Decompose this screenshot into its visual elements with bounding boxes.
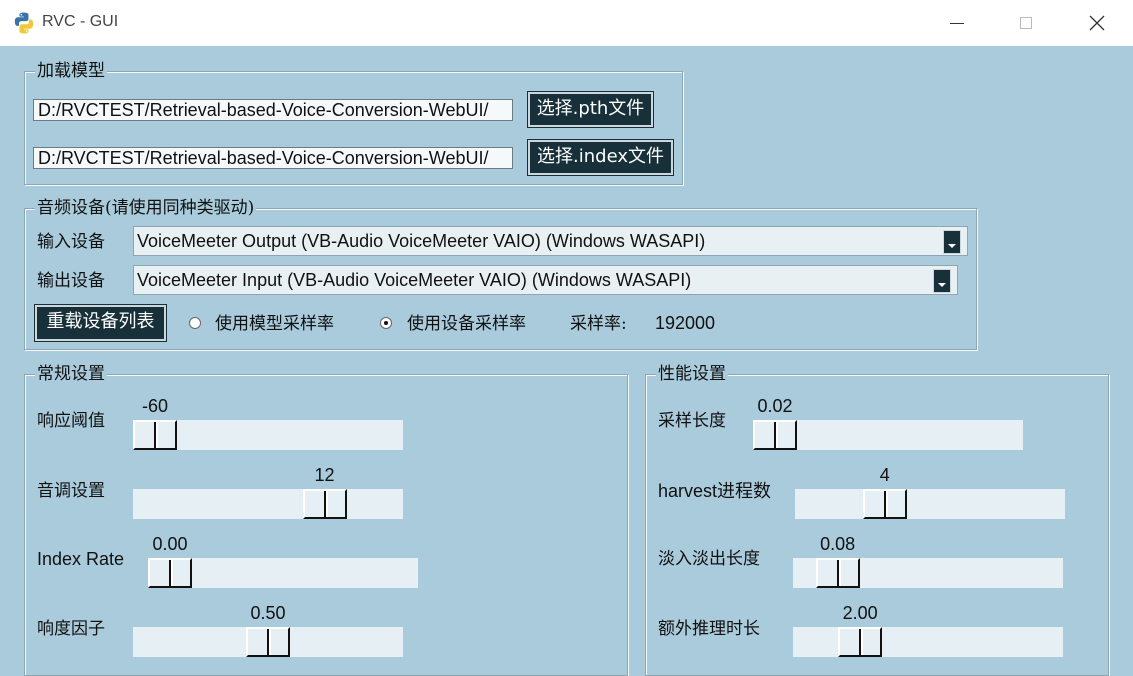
sample-length-slider[interactable]: [753, 420, 1023, 450]
index-rate-slider[interactable]: [148, 558, 418, 588]
crossfade-length-value: 0.08: [820, 534, 856, 554]
sample-rate-value: 192000: [655, 313, 716, 333]
pitch-slider[interactable]: [133, 489, 403, 519]
loudness-factor-value: 0.50: [250, 603, 286, 623]
threshold-value: -60: [141, 396, 168, 416]
select-index-button[interactable]: 选择.index文件: [528, 140, 673, 175]
python-icon: [14, 12, 34, 34]
loudness-factor-label: 响度因子: [37, 619, 105, 639]
audio-device-legend: 音频设备(请使用同种类驱动): [35, 198, 257, 218]
output-device-select[interactable]: VoiceMeeter Input (VB-Audio VoiceMeeter …: [133, 265, 958, 295]
radio-model-sr[interactable]: [189, 317, 201, 329]
radio-model-sr-label[interactable]: 使用模型采样率: [215, 314, 334, 334]
close-icon: [1089, 15, 1105, 31]
title-bar[interactable]: RVC - GUI: [0, 0, 1133, 46]
slider-thumb[interactable]: [838, 627, 883, 657]
input-device-label: 输入设备: [37, 232, 105, 252]
close-button[interactable]: [1077, 8, 1117, 38]
output-device-label: 输出设备: [37, 271, 105, 291]
slider-thumb[interactable]: [148, 558, 192, 588]
loudness-factor-slider[interactable]: [133, 627, 403, 657]
index-path-input[interactable]: D:/RVCTEST/Retrieval-based-Voice-Convers…: [33, 147, 513, 169]
maximize-button[interactable]: [1006, 8, 1046, 38]
extra-inference-time-slider[interactable]: [793, 627, 1063, 657]
radio-device-sr[interactable]: [380, 317, 392, 329]
threshold-slider[interactable]: [133, 420, 403, 450]
pth-path-input[interactable]: D:/RVCTEST/Retrieval-based-Voice-Convers…: [33, 99, 513, 121]
pitch-label: 音调设置: [37, 481, 105, 501]
crossfade-length-label: 淡入淡出长度: [658, 549, 760, 569]
crossfade-length-slider[interactable]: [793, 558, 1063, 588]
slider-thumb[interactable]: [302, 489, 347, 519]
slider-thumb[interactable]: [246, 627, 290, 657]
slider-thumb[interactable]: [753, 420, 797, 450]
slider-thumb[interactable]: [133, 420, 177, 450]
minimize-button[interactable]: [937, 8, 977, 38]
harvest-processes-label: harvest进程数: [658, 481, 772, 501]
sample-length-label: 采样长度: [658, 411, 726, 431]
reload-devices-button[interactable]: 重载设备列表: [35, 305, 166, 341]
slider-thumb[interactable]: [815, 558, 860, 588]
performance-settings-legend: 性能设置: [656, 364, 728, 384]
harvest-processes-slider[interactable]: [795, 489, 1065, 519]
window-title: RVC - GUI: [42, 13, 119, 30]
sample-length-value: 0.02: [757, 396, 793, 416]
input-device-value: VoiceMeeter Output (VB-Audio VoiceMeeter…: [137, 231, 706, 251]
harvest-processes-value: 4: [879, 465, 890, 485]
sample-rate-label: 采样率:: [570, 314, 627, 334]
output-device-value: VoiceMeeter Input (VB-Audio VoiceMeeter …: [137, 270, 692, 290]
chevron-down-icon[interactable]: [933, 269, 951, 293]
index-rate-value: 0.00: [152, 534, 188, 554]
pitch-value: 12: [314, 465, 335, 485]
chevron-down-icon[interactable]: [943, 230, 961, 254]
index-rate-label: Index Rate: [37, 549, 125, 569]
extra-inference-time-label: 额外推理时长: [658, 619, 760, 639]
extra-inference-time-value: 2.00: [842, 603, 878, 623]
threshold-label: 响应阈值: [37, 411, 105, 431]
general-settings-legend: 常规设置: [35, 364, 107, 384]
load-model-legend: 加载模型: [35, 61, 107, 81]
slider-thumb[interactable]: [862, 489, 907, 519]
select-pth-button[interactable]: 选择.pth文件: [528, 92, 653, 127]
input-device-select[interactable]: VoiceMeeter Output (VB-Audio VoiceMeeter…: [133, 226, 968, 256]
radio-device-sr-label[interactable]: 使用设备采样率: [407, 314, 526, 334]
